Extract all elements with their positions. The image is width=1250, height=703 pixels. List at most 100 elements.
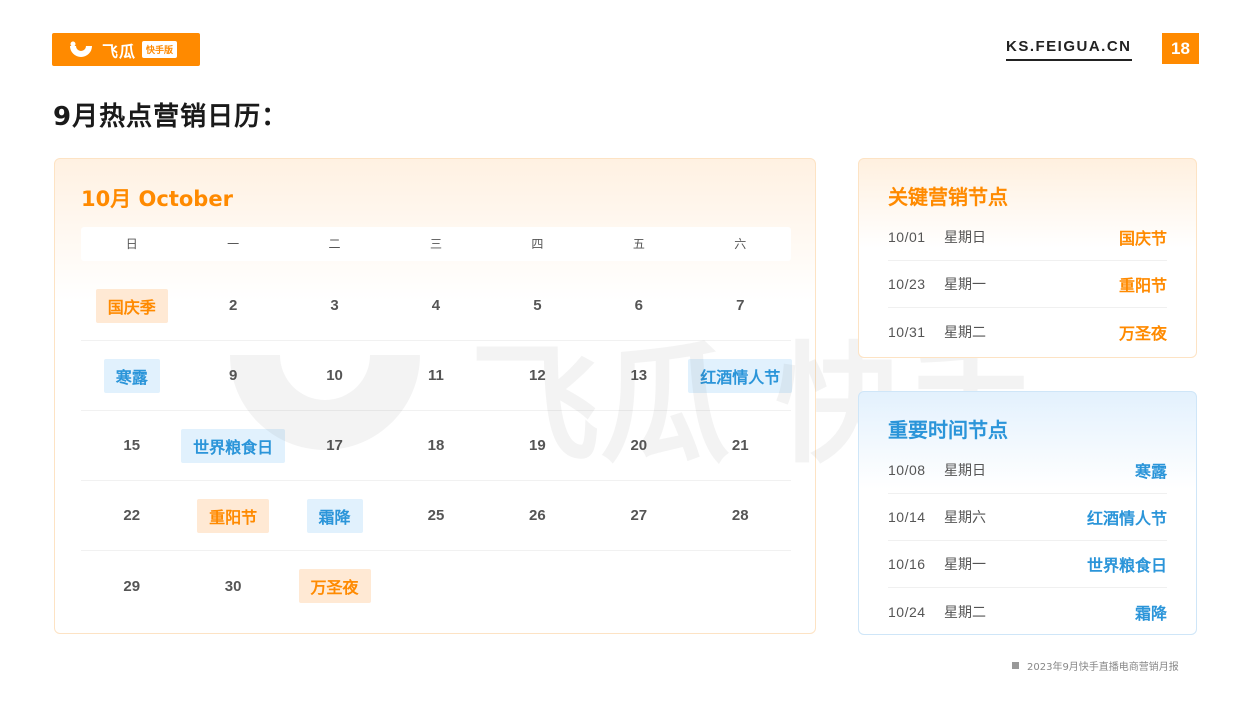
important-time-nodes-card: 重要时间节点 10/08 星期日 寒露 10/14 星期六 红酒情人节 10/16 星期一 世界…: [858, 391, 1197, 635]
node-list-item: 10/16 星期一 世界粮食日: [888, 541, 1167, 588]
calendar-day-cell: 19: [487, 411, 588, 480]
weekday-label: 四: [531, 237, 544, 251]
weekday-label: 二: [328, 237, 341, 251]
day-number: 25: [427, 507, 445, 524]
node-event: 万圣夜: [1118, 323, 1167, 343]
node-weekday: 星期日: [944, 463, 986, 479]
site-url: KS.FEIGUA.CN: [1006, 38, 1132, 61]
holiday-tag: 红酒情人节: [688, 358, 793, 393]
key-nodes-title: 关键营销节点: [888, 185, 1008, 209]
calendar-day-cell: [588, 551, 689, 621]
key-nodes-list: 10/01 星期日 国庆节 10/23 星期一 重阳节 10/31 星期二 万圣夜: [888, 214, 1167, 355]
important-nodes-title: 重要时间节点: [888, 418, 1008, 442]
calendar-day-cell: 30: [182, 551, 283, 621]
node-event: 重阳节: [1118, 276, 1167, 295]
calendar-week-row: 15 世界粮食日 17 18 19 20 21: [81, 411, 791, 481]
node-event: 红酒情人节: [1086, 509, 1167, 528]
weekday-label: 一: [227, 237, 240, 251]
calendar-day-cell: 3: [284, 271, 385, 340]
day-number: 18: [427, 437, 445, 454]
day-number: 9: [228, 367, 238, 384]
page-title: 9月热点营销日历：: [53, 102, 289, 132]
feigua-logo-icon: [70, 41, 92, 57]
footer: 2023年9月快手直播电商营销月报: [1012, 658, 1179, 673]
calendar-day-cell: 国庆季: [81, 271, 182, 340]
node-event: 世界粮食日: [1086, 556, 1167, 575]
calendar-day-cell: 2: [182, 271, 283, 340]
calendar-day-cell: 13: [588, 341, 689, 410]
node-list-item: 10/08 星期日 寒露: [888, 447, 1167, 494]
holiday-tag: 世界粮食日: [181, 428, 286, 463]
node-weekday: 星期二: [944, 324, 986, 341]
node-date: 10/14: [888, 509, 926, 525]
node-date: 10/23: [888, 276, 926, 292]
node-list-item: 10/31 星期二 万圣夜: [888, 308, 1167, 355]
day-number: 22: [123, 507, 141, 524]
node-event: 霜降: [1134, 603, 1167, 623]
day-number: 3: [330, 297, 339, 314]
calendar-day-cell: 12: [487, 341, 588, 410]
calendar-day-cell: 26: [487, 481, 588, 550]
calendar-day-cell: 4: [385, 271, 486, 340]
logo-text: 飞瓜: [102, 41, 137, 61]
calendar-week-row: 国庆季 2 3 4 5 6 7: [81, 271, 791, 341]
node-weekday: 星期一: [944, 557, 986, 573]
brand-logo: 飞瓜 快手版: [52, 33, 200, 66]
day-number: 21: [731, 437, 749, 454]
weekday-label: 三: [429, 237, 442, 251]
calendar-day-cell: 霜降: [284, 481, 385, 550]
important-nodes-list: 10/08 星期日 寒露 10/14 星期六 红酒情人节 10/16 星期一 世界粮食日 10/2…: [888, 447, 1167, 635]
day-number: 12: [529, 367, 546, 384]
calendar-day-cell: 28: [690, 481, 791, 550]
calendar-day-cell: 9: [182, 341, 283, 410]
node-date: 10/08: [888, 462, 926, 478]
day-number: 17: [326, 437, 343, 454]
calendar-day-cell: 6: [588, 271, 689, 340]
day-number: 6: [634, 297, 643, 314]
calendar-day-cell: 10: [284, 341, 385, 410]
day-number: 7: [736, 297, 745, 314]
day-number: 30: [224, 577, 242, 595]
day-number: 2: [228, 297, 238, 314]
node-date: 10/31: [888, 323, 926, 340]
day-number: 20: [630, 437, 648, 454]
calendar-week-row: 寒露 9 10 11 12 13 红酒情人节: [81, 341, 793, 411]
calendar-day-cell: [385, 551, 486, 621]
calendar-day-cell: 27: [588, 481, 689, 550]
node-weekday: 星期二: [944, 604, 986, 621]
calendar-grid: 国庆季 2 3 4 5 6 7 寒露 9 10 11 12 13 红酒情人节 15 世界粮食日 17 18 19 20…: [81, 271, 793, 621]
calendar-day-cell: 29: [81, 551, 182, 621]
calendar-day-cell: 世界粮食日: [181, 411, 286, 480]
calendar-day-cell: 15: [81, 411, 182, 480]
calendar-month-title: 10月 October: [81, 187, 233, 211]
day-number: 27: [630, 507, 648, 524]
calendar-day-cell: 18: [385, 411, 486, 480]
day-number: 11: [428, 367, 444, 384]
calendar-day-cell: 5: [487, 271, 588, 340]
calendar-day-cell: 17: [284, 411, 385, 480]
calendar-day-cell: 万圣夜: [284, 551, 385, 621]
node-weekday: 星期日: [944, 230, 986, 246]
node-date: 10/16: [888, 556, 926, 572]
calendar-week-row: 22 重阳节 霜降 25 26 27 28: [81, 481, 791, 551]
node-list-item: 10/14 星期六 红酒情人节: [888, 494, 1167, 541]
day-number: 13: [630, 367, 648, 384]
node-date: 10/24: [888, 603, 926, 620]
day-number: 4: [431, 297, 441, 314]
calendar-day-cell: 11: [385, 341, 486, 410]
calendar-day-cell: [487, 551, 588, 621]
weekday-label: 日: [125, 237, 138, 251]
holiday-tag: 万圣夜: [298, 569, 371, 603]
day-number: 29: [123, 577, 141, 595]
calendar-day-cell: 20: [588, 411, 689, 480]
holiday-tag: 寒露: [103, 358, 160, 393]
calendar-week-row: 29 30 万圣夜: [81, 551, 791, 621]
node-event: 寒露: [1134, 462, 1167, 481]
calendar-day-cell: 寒露: [81, 341, 182, 410]
holiday-tag: 重阳节: [197, 498, 270, 533]
calendar-day-cell: 21: [690, 411, 791, 480]
holiday-tag: 霜降: [306, 498, 363, 533]
weekday-header: 日一二三四五六: [81, 227, 791, 261]
day-number: 5: [533, 297, 542, 314]
node-weekday: 星期六: [944, 510, 986, 526]
